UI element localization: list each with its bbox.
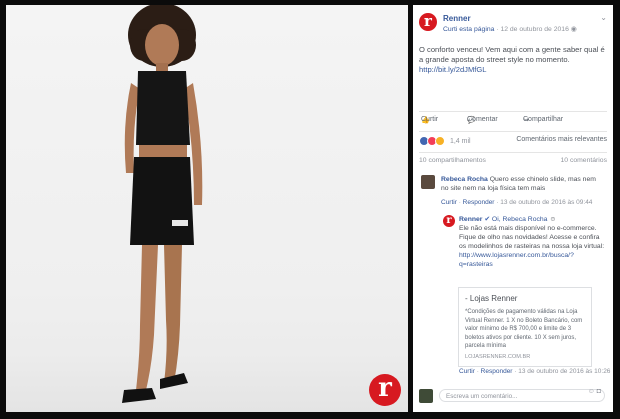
reply-avatar[interactable]: r [443,215,455,227]
chevron-down-icon[interactable]: ⌄ [600,13,607,22]
comment-meta: Curtir · Responder · 13 de outubro de 20… [441,199,593,206]
globe-icon: ◉ [570,26,577,33]
reply-body: Renner ✔ Oi, Rebeca Rocha ☺ Ele não está… [459,215,605,269]
reaction-count[interactable]: 1,4 mil [450,138,471,145]
post-text: O conforto venceu! Vem aqui com a gente … [419,45,605,75]
card-title: - Lojas Renner [465,294,518,303]
composer-icons: ☺ ◘ [588,388,601,395]
post-body: O conforto venceu! Vem aqui com a gente … [419,45,605,64]
post-panel: r Renner Curti esta página · 12 de outub… [413,5,613,412]
comment-date[interactable]: 13 de outubro de 2016 às 09:44 [500,199,592,206]
post-meta: Curti esta página · 12 de outubro de 201… [443,25,577,33]
photo-viewer: r r Renner Curti esta página · 12 de out… [0,0,620,419]
post-photo[interactable]: r [6,5,408,412]
comment-author[interactable]: Rebeca Rocha [441,176,488,183]
avatar[interactable] [421,175,435,189]
comment-body: Rebeca Rocha Quero esse chinelo slide, m… [441,175,605,193]
reply-like-link[interactable]: Curtir [459,368,475,375]
stats-row: 10 compartilhamentos 10 comentários [419,157,607,164]
share-label: Compartilhar [523,116,564,123]
reply-meta: Curtir · Responder · 13 de outubro de 20… [459,368,611,375]
divider [419,131,607,132]
card-domain: LOJASRENNER.COM.BR [465,354,531,360]
reply-mention[interactable]: Oi, Rebeca Rocha [492,216,548,223]
reply-respond-link[interactable]: Responder [481,368,513,375]
wow-reaction-icon [435,136,445,146]
verified-icon: ✔ [484,216,491,223]
shares-count[interactable]: 10 compartilhamentos [419,157,486,164]
post-date[interactable]: 12 de outubro de 2016 [500,26,568,33]
comment-input[interactable]: Escreva um comentário... [439,389,605,402]
action-bar: 👍 Curtir 💬 Comentar ↪ Compartilhar [419,116,607,128]
divider [419,111,607,112]
link-preview-card[interactable]: - Lojas Renner *Condições de pagamento v… [458,287,592,367]
like-label: Curtir [421,116,439,123]
comment-label: Comentar [467,116,498,123]
model-figure [122,5,203,403]
reply-link[interactable]: http://www.lojasrenner.com.br/busca/?q=r… [459,252,574,268]
page-avatar[interactable]: r [419,13,437,31]
emoji-icon[interactable]: ☺ [588,388,595,395]
smile-icon: ☺ [549,216,557,223]
reply-text: Ele não está mais disponível no e-commer… [459,225,605,250]
follow-link[interactable]: Curti esta página [443,26,494,33]
comment-composer: Escreva um comentário... ☺ ◘ [419,388,607,404]
post-url-link[interactable]: http://bit.ly/2dJMfGL [419,65,487,74]
divider [419,152,607,153]
reactions-row: 1,4 mil Comentários mais relevantes [419,136,607,148]
post-header: r Renner Curti esta página · 12 de outub… [419,13,607,35]
avatar [419,389,433,403]
reply-author[interactable]: Renner [459,216,482,223]
comment-sort-dropdown[interactable]: Comentários mais relevantes [516,136,607,143]
comment-reply-link[interactable]: Responder [463,199,495,206]
comment-like-link[interactable]: Curtir [441,199,457,206]
page-name-link[interactable]: Renner [443,14,471,23]
reply-date[interactable]: 13 de outubro de 2016 às 10:26 [518,368,610,375]
camera-icon[interactable]: ◘ [597,388,601,395]
card-body: *Condições de pagamento válidas na Loja … [465,309,583,349]
comments-count[interactable]: 10 comentários [561,157,607,164]
brand-badge-icon: r [369,374,401,406]
